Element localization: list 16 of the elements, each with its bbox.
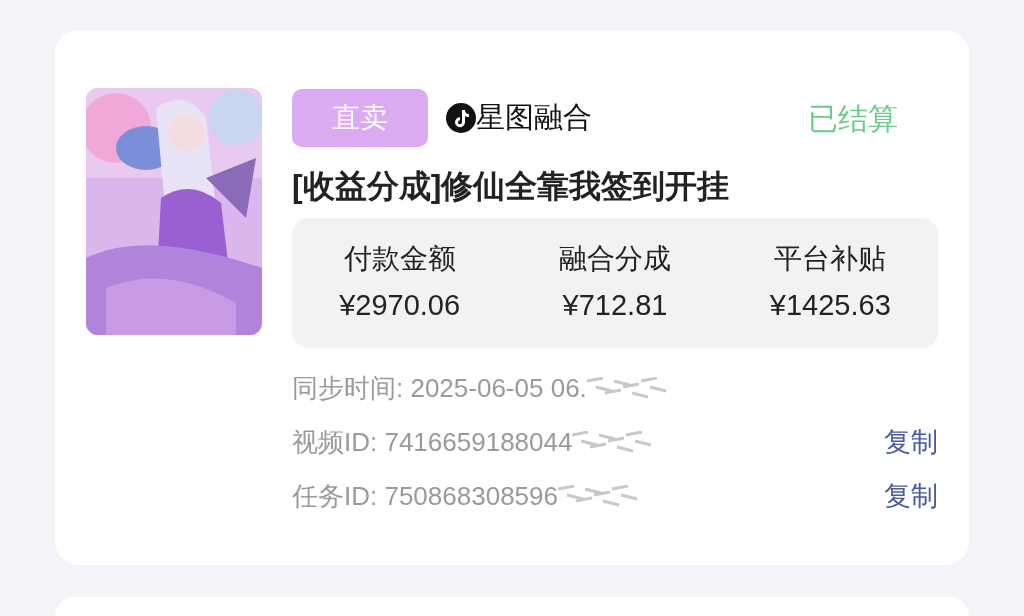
stat-value: ¥2970.06 [339,288,461,324]
stat-value: ¥712.81 [562,288,668,324]
stat-value: ¥1425.63 [769,288,891,324]
status-label: 已结算 [808,100,898,137]
detail-text: 任务ID: 750868308596 [292,479,558,513]
order-title: [收益分成]修仙全靠我签到开挂 [292,167,731,206]
copy-link[interactable]: 复制 [884,421,938,463]
detail-text: 同步时间: 2025-06-05 06. [292,371,587,405]
music-note-icon [446,103,476,133]
detail-text: 视频ID: 7416659188044 [292,425,573,459]
platform-name: 星图融合 [476,100,592,136]
channel-tag: 直卖 [292,89,428,147]
stat-label: 付款金额 [343,242,456,277]
stat-label: 平台补贴 [774,242,887,277]
copy-link[interactable]: 复制 [884,475,938,517]
stat-label: 融合分成 [559,242,671,277]
